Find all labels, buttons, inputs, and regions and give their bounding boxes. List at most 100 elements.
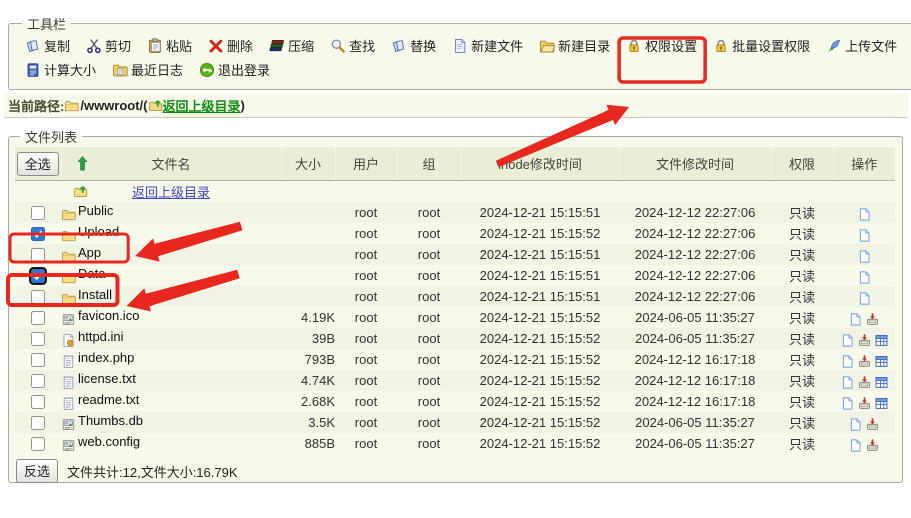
toolbar-item-calc-size[interactable]: 计算大小 xyxy=(25,60,96,79)
file-name-link-license.txt[interactable]: license.txt xyxy=(78,371,136,386)
edit-icon-httpd.ini[interactable] xyxy=(874,333,889,348)
file-name-link-App[interactable]: App xyxy=(78,245,101,260)
invert-select-button[interactable]: 反选 xyxy=(16,459,58,483)
file-name-link-httpd.ini[interactable]: httpd.ini xyxy=(78,329,124,344)
empty-cell xyxy=(833,181,895,203)
copy-icon-Thumbs.db[interactable] xyxy=(848,417,863,432)
file-name-link-readme.txt[interactable]: readme.txt xyxy=(78,392,139,407)
compress-icon xyxy=(269,38,285,54)
file-row-Install: Installrootroot2024-12-21 15:15:512024-1… xyxy=(15,286,895,307)
row-checkbox-license.txt[interactable] xyxy=(31,374,45,388)
logout-icon xyxy=(199,62,215,78)
copy-icon-Data[interactable] xyxy=(857,270,872,285)
file-name-link-Thumbs.db[interactable]: Thumbs.db xyxy=(78,413,143,428)
copy-icon-App[interactable] xyxy=(857,249,872,264)
row-checkbox-Thumbs.db[interactable] xyxy=(31,416,45,430)
file-modified-time: 2024-12-12 22:27:06 xyxy=(619,244,771,265)
file-size xyxy=(281,202,335,223)
checkbox-cell xyxy=(15,244,61,265)
file-name-link-Data[interactable]: Data xyxy=(78,266,105,281)
edit-icon-index.php[interactable] xyxy=(874,354,889,369)
toolbar-item-label: 权限设置 xyxy=(645,36,697,55)
toolbar-item-logout[interactable]: 退出登录 xyxy=(199,60,270,79)
copy-icon-Install[interactable] xyxy=(857,291,872,306)
row-checkbox-web.config[interactable] xyxy=(31,437,45,451)
download-icon-index.php[interactable] xyxy=(857,354,872,369)
download-icon-favicon.ico[interactable] xyxy=(865,312,880,327)
operations-cell xyxy=(833,412,895,433)
file-name-link-Upload[interactable]: Upload xyxy=(78,224,119,239)
file-name-link-Install[interactable]: Install xyxy=(78,287,112,302)
toolbar-legend: 工具栏 xyxy=(22,14,71,33)
toolbar-item-cut[interactable]: 剪切 xyxy=(86,36,131,55)
row-checkbox-index.php[interactable] xyxy=(31,353,45,367)
file-name-cell: Public xyxy=(61,202,281,223)
go-parent-directory-link[interactable]: 返回上级目录 xyxy=(163,96,241,115)
copy-icon-web.config[interactable] xyxy=(848,438,863,453)
toolbar-item-new-dir[interactable]: 新建目录 xyxy=(539,36,610,55)
toolbar-item-batch-permissions[interactable]: 批量设置权限 xyxy=(713,36,810,55)
file-name-link-Public[interactable]: Public xyxy=(78,203,113,218)
row-checkbox-readme.txt[interactable] xyxy=(31,395,45,409)
file-list-panel: 文件列表 全选 文件名 大小 用户 组 inode修改时间 文件修改时间 权限 … xyxy=(8,127,903,483)
row-checkbox-Data[interactable] xyxy=(31,269,45,283)
media-file-icon xyxy=(61,438,76,453)
file-row-Data: Datarootroot2024-12-21 15:15:512024-12-1… xyxy=(15,265,895,286)
toolbar-row-2: 计算大小最近日志退出登录 xyxy=(17,57,905,81)
file-group: root xyxy=(397,307,461,328)
recent-logs-icon xyxy=(112,62,128,78)
copy-icon-Public[interactable] xyxy=(857,207,872,222)
row-checkbox-Install[interactable] xyxy=(31,290,45,304)
toolbar-item-replace[interactable]: 替换 xyxy=(391,36,436,55)
file-group: root xyxy=(397,391,461,412)
edit-icon-readme.txt[interactable] xyxy=(874,396,889,411)
file-permission: 只读 xyxy=(771,433,833,454)
download-icon-web.config[interactable] xyxy=(865,438,880,453)
header-modified-time: 文件修改时间 xyxy=(619,147,771,181)
row-checkbox-App[interactable] xyxy=(31,248,45,262)
operations-cell xyxy=(833,433,895,454)
download-icon-readme.txt[interactable] xyxy=(857,396,872,411)
row-checkbox-Upload[interactable] xyxy=(31,227,45,241)
row-checkbox-httpd.ini[interactable] xyxy=(31,332,45,346)
file-modified-time: 2024-12-12 16:17:18 xyxy=(619,370,771,391)
folder-icon xyxy=(61,291,76,306)
toolbar-item-upload-file[interactable]: 上传文件 xyxy=(826,36,897,55)
file-name-cell: App xyxy=(61,244,281,265)
inode-modified-time: 2024-12-21 15:15:52 xyxy=(461,307,619,328)
file-size: 39B xyxy=(281,328,335,349)
toolbar-item-find[interactable]: 查找 xyxy=(330,36,375,55)
select-all-button[interactable]: 全选 xyxy=(17,152,59,176)
file-user: root xyxy=(335,286,397,307)
file-group: root xyxy=(397,286,461,307)
file-name-link-favicon.ico[interactable]: favicon.ico xyxy=(78,308,139,323)
row-checkbox-Public[interactable] xyxy=(31,206,45,220)
file-name-link-web.config[interactable]: web.config xyxy=(78,434,140,449)
copy-icon-index.php[interactable] xyxy=(840,354,855,369)
file-name-link-index.php[interactable]: index.php xyxy=(78,350,134,365)
row-checkbox-favicon.ico[interactable] xyxy=(31,311,45,325)
parent-directory-link[interactable]: 返回上级目录 xyxy=(132,185,210,200)
toolbar-rows: 复制剪切粘贴删除压缩查找替换新建文件新建目录 权限设置批量设置权限上传文件计算大小… xyxy=(17,33,905,81)
file-summary-text: 文件共计:12,文件大小:16.79K xyxy=(67,462,238,481)
copy-icon-Upload[interactable] xyxy=(857,228,872,243)
toolbar-item-new-file[interactable]: 新建文件 xyxy=(452,36,523,55)
download-icon-httpd.ini[interactable] xyxy=(857,333,872,348)
copy-icon-httpd.ini[interactable] xyxy=(840,333,855,348)
toolbar-item-permission-settings[interactable]: 权限设置 xyxy=(626,36,697,55)
inode-modified-time: 2024-12-21 15:15:51 xyxy=(461,202,619,223)
toolbar-item-compress[interactable]: 压缩 xyxy=(269,36,314,55)
download-icon-Thumbs.db[interactable] xyxy=(865,417,880,432)
copy-icon-license.txt[interactable] xyxy=(840,375,855,390)
copy-icon-readme.txt[interactable] xyxy=(840,396,855,411)
copy-icon-favicon.ico[interactable] xyxy=(848,312,863,327)
toolbar-item-delete[interactable]: 删除 xyxy=(208,36,253,55)
toolbar-item-recent-logs[interactable]: 最近日志 xyxy=(112,60,183,79)
toolbar-item-paste[interactable]: 粘贴 xyxy=(147,36,192,55)
download-icon-license.txt[interactable] xyxy=(857,375,872,390)
file-user: root xyxy=(335,391,397,412)
edit-icon-license.txt[interactable] xyxy=(874,375,889,390)
sort-up-icon[interactable] xyxy=(75,155,90,172)
toolbar-item-copy[interactable]: 复制 xyxy=(25,36,70,55)
file-permission: 只读 xyxy=(771,328,833,349)
